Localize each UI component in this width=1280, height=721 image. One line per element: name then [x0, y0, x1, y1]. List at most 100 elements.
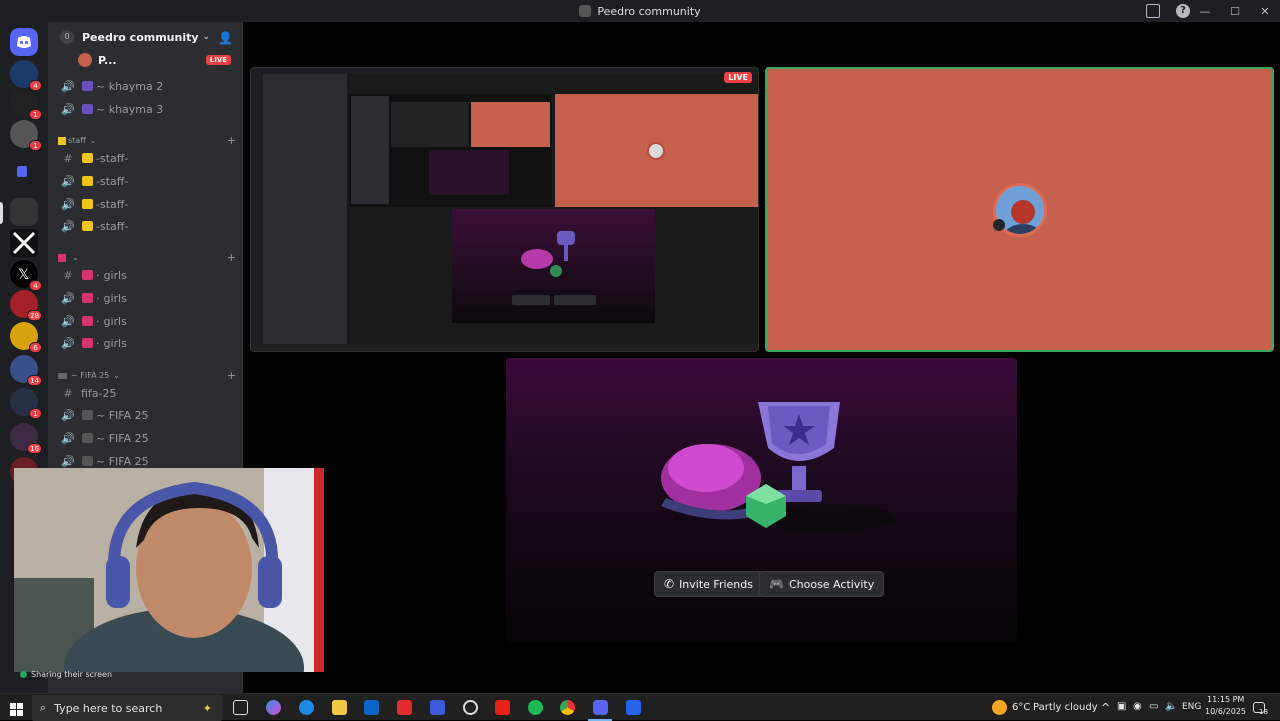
chevron-down-icon: ⌄	[113, 371, 120, 380]
chevron-up-icon[interactable]: ^	[1101, 701, 1110, 714]
voice-channel-girls[interactable]: 🔊 · girls	[48, 310, 243, 332]
stream-user-row[interactable]: P... LIVE	[48, 49, 243, 71]
server-avatar[interactable]: 28	[10, 290, 42, 321]
search-placeholder: Type here to search	[54, 701, 163, 715]
tray-icon[interactable]: ◉	[1133, 701, 1142, 712]
copilot-icon[interactable]	[266, 700, 281, 715]
channel-name: ~ FIFA 25	[96, 431, 149, 445]
invite-friends-button[interactable]: ✆ Invite Friends	[654, 571, 763, 597]
text-channel-fifa-25[interactable]: # fifa-25	[48, 382, 243, 404]
text-channel-girls[interactable]: # · girls	[48, 264, 243, 286]
edge-icon[interactable]	[299, 700, 314, 715]
channel-name: ~ FIFA 25	[96, 454, 149, 468]
weather-temperature[interactable]: 6°C	[1012, 702, 1030, 713]
live-badge: LIVE	[205, 55, 231, 65]
category-staff[interactable]: staff ⌄ +	[58, 134, 236, 147]
choose-activity-button[interactable]: 🎮 Choose Activity	[759, 571, 885, 597]
screen-share-tile[interactable]: LIVE	[250, 67, 759, 352]
server-avatar[interactable]: 16	[10, 423, 42, 454]
maximize-button[interactable]: ☐	[1220, 5, 1250, 18]
participant-tile[interactable]	[765, 67, 1274, 352]
clock-date[interactable]: 10/6/2025	[1205, 707, 1246, 716]
chevron-down-icon: ⌄	[89, 136, 97, 145]
add-channel-icon[interactable]: +	[227, 134, 236, 147]
clock-time[interactable]: 11:15 PM	[1207, 695, 1244, 704]
voice-channel-fifa-25[interactable]: 🔊 ~ FIFA 25	[48, 404, 243, 426]
weather-icon[interactable]	[992, 700, 1007, 715]
voice-channel-staff[interactable]: 🔊 -staff-	[48, 170, 243, 192]
sparkle-icon: ✦	[202, 701, 212, 715]
hash-icon: #	[63, 268, 73, 282]
inbox-icon[interactable]	[1146, 4, 1160, 18]
voice-channel-staff[interactable]: 🔊 -staff-	[48, 193, 243, 215]
server-avatar[interactable]: 1	[10, 89, 42, 120]
taskbar-search-input[interactable]: ⌕ Type here to search ✦	[32, 695, 222, 721]
voice-channel-khayma-3[interactable]: 🔊 ~ khayma 3	[48, 98, 243, 120]
server-avatar[interactable]	[10, 198, 38, 226]
speaker-icon: 🔊	[61, 336, 75, 350]
folder-icon[interactable]	[14, 162, 34, 182]
emoji-icon	[82, 221, 93, 231]
network-icon[interactable]: ▭	[1149, 701, 1158, 712]
voice-channel-staff[interactable]: 🔊 -staff-	[48, 215, 243, 237]
file-explorer-icon[interactable]	[332, 700, 347, 715]
channel-name: -staff-	[96, 151, 129, 165]
youtube-icon[interactable]	[495, 700, 510, 715]
hash-icon: #	[63, 151, 73, 165]
server-avatar[interactable]: 14	[10, 355, 42, 386]
yandex-icon[interactable]	[397, 700, 412, 715]
add-channel-icon[interactable]: +	[227, 251, 236, 264]
channel-name: ~ khayma 3	[96, 102, 164, 116]
add-channel-icon[interactable]: +	[227, 369, 236, 382]
voice-channel-khayma-2[interactable]: 🔊 ~ khayma 2	[48, 75, 243, 97]
add-member-icon[interactable]: 👤	[218, 31, 233, 45]
chrome-icon[interactable]	[560, 700, 575, 715]
search-icon: ⌕	[40, 701, 47, 714]
text-channel-staff[interactable]: # -staff-	[48, 147, 243, 169]
server-header[interactable]: 0 Peedro community ⌄ 👤	[48, 22, 243, 52]
x-server-icon[interactable]: 𝕏 4	[10, 260, 42, 291]
app-icon[interactable]	[463, 700, 478, 715]
voice-channel-girls[interactable]: 🔊 · girls	[48, 332, 243, 354]
volume-icon[interactable]: 🔈	[1165, 701, 1177, 712]
spotify-icon[interactable]	[528, 700, 543, 715]
active-server-pill	[0, 202, 3, 224]
discord-home-icon[interactable]	[10, 28, 38, 56]
emoji-icon	[82, 104, 93, 114]
voice-stage: LIVE ✆ Invite Friends 🎮 Choose Activity	[243, 22, 1280, 693]
channel-name: girls	[103, 268, 127, 282]
category-fifa-25[interactable]: ~ FIFA 25 ⌄ +	[58, 369, 236, 382]
close-button[interactable]: ✕	[1250, 5, 1280, 18]
server-avatar[interactable]: 1	[10, 120, 42, 151]
emoji-icon	[58, 253, 66, 262]
language-indicator[interactable]: ENG	[1182, 702, 1201, 712]
server-avatar[interactable]: 1	[10, 388, 42, 419]
emoji-icon	[58, 136, 66, 145]
discord-taskbar-icon[interactable]	[593, 700, 608, 715]
help-icon[interactable]: ?	[1176, 4, 1190, 18]
server-avatar[interactable]	[10, 229, 38, 257]
remote-desktop-icon[interactable]	[626, 700, 641, 715]
weather-description[interactable]: Partly cloudy	[1033, 702, 1098, 713]
trophy-illustration-icon	[661, 402, 896, 532]
speaker-icon: 🔊	[61, 431, 75, 445]
voice-channel-fifa-25[interactable]: 🔊 ~ FIFA 25	[48, 427, 243, 449]
invite-friends-label: Invite Friends	[679, 577, 753, 591]
emoji-icon	[82, 153, 93, 163]
server-avatar[interactable]: 4	[10, 60, 42, 91]
notification-count: 18	[1259, 708, 1268, 716]
category-girls[interactable]: ⌄ +	[58, 251, 236, 264]
channel-name: -staff-	[96, 174, 129, 188]
chart-app-icon[interactable]	[430, 700, 445, 715]
speaker-icon: 🔊	[61, 314, 75, 328]
channel-name: -staff-	[96, 197, 129, 211]
task-view-icon[interactable]	[233, 700, 248, 715]
server-avatar[interactable]: 6	[10, 322, 42, 353]
emoji-icon	[82, 270, 93, 280]
tray-icon[interactable]: ▣	[1117, 701, 1126, 712]
minimize-button[interactable]: —	[1190, 5, 1220, 18]
windows-start-icon[interactable]	[10, 701, 23, 720]
outlook-icon[interactable]	[364, 700, 379, 715]
avatar	[647, 142, 665, 160]
voice-channel-girls[interactable]: 🔊 · girls	[48, 287, 243, 309]
